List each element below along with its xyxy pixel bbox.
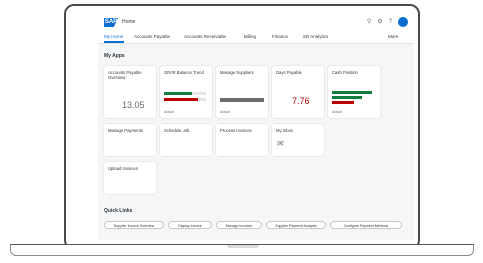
chart-bar-positive: [332, 91, 372, 94]
active-tab-indicator: [104, 41, 124, 43]
section-title-links: Quick Links: [104, 208, 133, 214]
mini-bar-chart: [164, 92, 206, 101]
help-icon[interactable]: ?: [389, 17, 392, 27]
search-icon[interactable]: ⚲: [367, 17, 371, 27]
section-title-apps: My Apps: [104, 53, 125, 59]
tab-finance[interactable]: Finance: [272, 34, 288, 39]
tile-title: Cash Position: [332, 70, 358, 75]
chart-bar-positive: [164, 92, 192, 95]
link-manage-invoices[interactable]: Manage Invoices: [216, 221, 262, 229]
mini-comparison-chart: [332, 91, 372, 104]
chart-bar-positive: [332, 96, 362, 99]
tile-schedule-job[interactable]: Schedule Job: [160, 124, 212, 156]
laptop-base: [10, 244, 474, 256]
tile-kpi-value: 13.05: [122, 100, 145, 110]
shell-actions: ⚲ ⚙ ?: [367, 17, 408, 27]
laptop-notch: [227, 245, 259, 248]
sap-logo[interactable]: SAP: [104, 18, 118, 27]
tile-cash-position[interactable]: Cash Position Actual: [328, 66, 380, 118]
tile-my-inbox[interactable]: My Inbox ✉: [272, 124, 324, 156]
tab-more[interactable]: More: [388, 34, 398, 39]
tab-billing[interactable]: Billing: [244, 34, 256, 39]
chart-bar-negative: [164, 98, 198, 101]
tile-title: GR/IR Balance Trend: [164, 70, 204, 75]
tab-accounts-receivable[interactable]: Accounts Receivable: [184, 34, 226, 39]
tile-title: Process Invoices: [220, 128, 252, 133]
tile-title: My Inbox: [276, 128, 293, 133]
app-screen: SAP Home ⚲ ⚙ ? My Home Accounts Payable …: [98, 14, 414, 240]
tile-footer: Actual: [164, 110, 174, 114]
link-supplier-payment-analysis[interactable]: Supplier Payment Analysis: [266, 221, 326, 229]
tab-sd-analytics[interactable]: SD Analytics: [303, 34, 328, 39]
tile-title: Days Payable: [276, 70, 302, 75]
link-display-invoice[interactable]: Display Invoice: [168, 221, 212, 229]
tile-title: Manage Suppliers: [220, 70, 254, 75]
tile-footer: Actual: [220, 110, 230, 114]
link-configure-payment-methods[interactable]: Configure Payment Methods: [330, 221, 402, 229]
tile-title: Schedule Job: [164, 128, 190, 133]
tile-manage-payments[interactable]: Manage Payments: [104, 124, 156, 156]
shell-bar: SAP Home ⚲ ⚙ ?: [98, 14, 414, 30]
tab-my-home[interactable]: My Home: [104, 34, 123, 39]
notifications-icon[interactable]: ⚙: [377, 17, 382, 27]
avatar[interactable]: [398, 17, 408, 27]
chart-bar-negative: [332, 101, 354, 104]
tab-accounts-payable[interactable]: Accounts Payable: [134, 34, 170, 39]
tile-grir-balance-trend[interactable]: GR/IR Balance Trend Actual: [160, 66, 212, 118]
link-supplier-invoice-overview[interactable]: Supplier Invoice Overview: [104, 221, 164, 229]
tile-kpi-value: 7.76: [292, 96, 310, 106]
progress-bar: [220, 98, 264, 102]
tile-title: Manage Payments: [108, 128, 143, 133]
space-navigation: My Home Accounts Payable Accounts Receiv…: [98, 30, 414, 44]
tile-days-payable[interactable]: Days Payable 7.76: [272, 66, 324, 118]
tile-accounts-payable-overview[interactable]: Accounts Payable Overview 13.05: [104, 66, 156, 118]
tile-footer: Actual: [332, 110, 342, 114]
tile-manage-suppliers[interactable]: Manage Suppliers Actual: [216, 66, 268, 118]
tile-process-invoices[interactable]: Process Invoices: [216, 124, 268, 156]
tile-title: Accounts Payable Overview: [108, 70, 142, 80]
tile-upload-invoices[interactable]: Upload Invoices: [104, 162, 156, 194]
inbox-icon: ✉: [277, 139, 284, 148]
tile-title: Upload Invoices: [108, 166, 138, 171]
shell-title: Home: [122, 19, 136, 25]
